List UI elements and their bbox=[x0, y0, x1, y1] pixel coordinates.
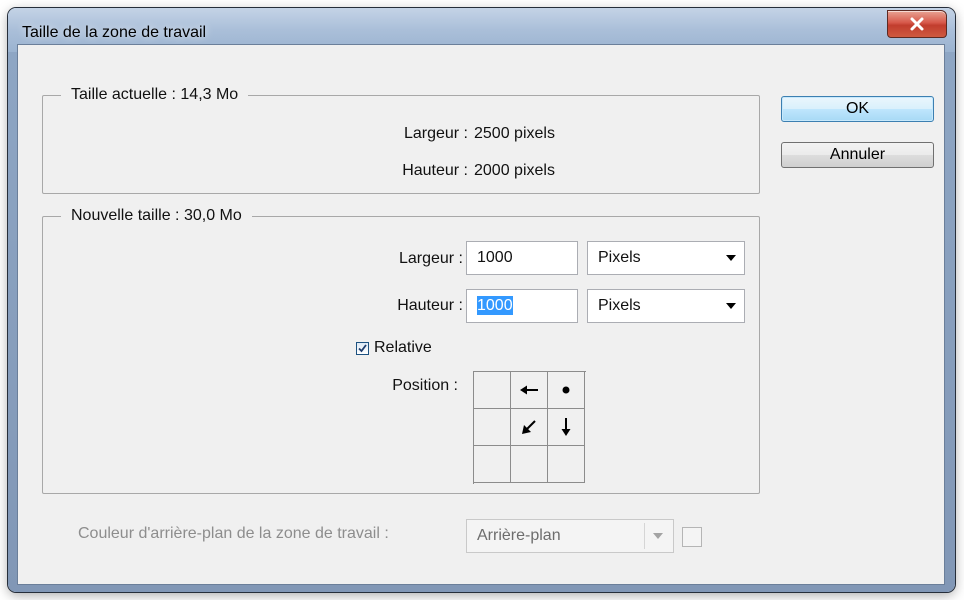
arrow-left-icon bbox=[520, 385, 538, 395]
anchor-grid bbox=[473, 371, 586, 484]
new-height-label: Hauteur : bbox=[397, 297, 463, 314]
current-height-value: 2000 pixels bbox=[474, 162, 555, 179]
arrow-down-icon bbox=[561, 418, 571, 436]
cancel-button[interactable]: Annuler bbox=[781, 142, 934, 168]
new-width-label: Largeur : bbox=[398, 250, 463, 267]
current-height-label: Hauteur : bbox=[402, 162, 468, 179]
position-label: Position : bbox=[392, 377, 458, 394]
new-height-unit-value: Pixels bbox=[598, 297, 641, 314]
current-width-label: Largeur : bbox=[403, 125, 468, 142]
relative-label[interactable]: Relative bbox=[374, 339, 432, 357]
chevron-down-icon bbox=[653, 533, 663, 539]
arrow-down-left-icon bbox=[522, 420, 536, 434]
anchor-cell-bottom-left[interactable] bbox=[474, 446, 511, 483]
dialog-window: Taille de la zone de travail Taille actu… bbox=[8, 8, 955, 592]
background-color-select[interactable]: Arrière-plan bbox=[466, 519, 674, 553]
new-height-unit-select[interactable]: Pixels bbox=[587, 289, 745, 323]
dialog-body: Taille actuelle : 14,3 Mo Largeur : 2500… bbox=[17, 44, 945, 585]
anchor-cell-bottom-right[interactable] bbox=[548, 446, 585, 483]
anchor-cell-bottom-center[interactable] bbox=[511, 446, 548, 483]
anchor-cell-top-left[interactable] bbox=[474, 372, 511, 409]
chevron-down-icon bbox=[726, 303, 736, 309]
new-width-unit-select[interactable]: Pixels bbox=[587, 241, 745, 275]
ok-button[interactable]: OK bbox=[781, 96, 934, 122]
new-width-value: 1000 bbox=[477, 249, 513, 266]
close-icon bbox=[910, 17, 924, 31]
anchor-cell-middle-right[interactable] bbox=[548, 409, 585, 446]
checkmark-icon bbox=[358, 344, 367, 353]
anchor-cell-top-right[interactable] bbox=[548, 372, 585, 409]
relative-checkbox[interactable] bbox=[356, 342, 369, 355]
new-height-input[interactable]: 1000 bbox=[466, 289, 578, 323]
new-width-unit-value: Pixels bbox=[598, 249, 641, 266]
anchor-cell-middle-center[interactable] bbox=[511, 409, 548, 446]
anchor-cell-top-center[interactable] bbox=[511, 372, 548, 409]
dialog-title: Taille de la zone de travail bbox=[22, 24, 207, 41]
background-color-swatch[interactable] bbox=[682, 527, 702, 547]
chevron-down-icon bbox=[726, 255, 736, 261]
new-size-legend: Nouvelle taille : 30,0 Mo bbox=[71, 207, 242, 224]
dot-icon bbox=[562, 386, 570, 394]
background-color-label: Couleur d'arrière-plan de la zone de tra… bbox=[78, 525, 389, 542]
anchor-cell-middle-left[interactable] bbox=[474, 409, 511, 446]
background-color-value: Arrière-plan bbox=[477, 527, 561, 544]
current-size-legend: Taille actuelle : 14,3 Mo bbox=[71, 86, 239, 103]
new-height-value: 1000 bbox=[477, 296, 513, 315]
new-width-input[interactable]: 1000 bbox=[466, 241, 578, 275]
current-width-value: 2500 pixels bbox=[474, 125, 555, 142]
close-button[interactable] bbox=[887, 10, 947, 38]
